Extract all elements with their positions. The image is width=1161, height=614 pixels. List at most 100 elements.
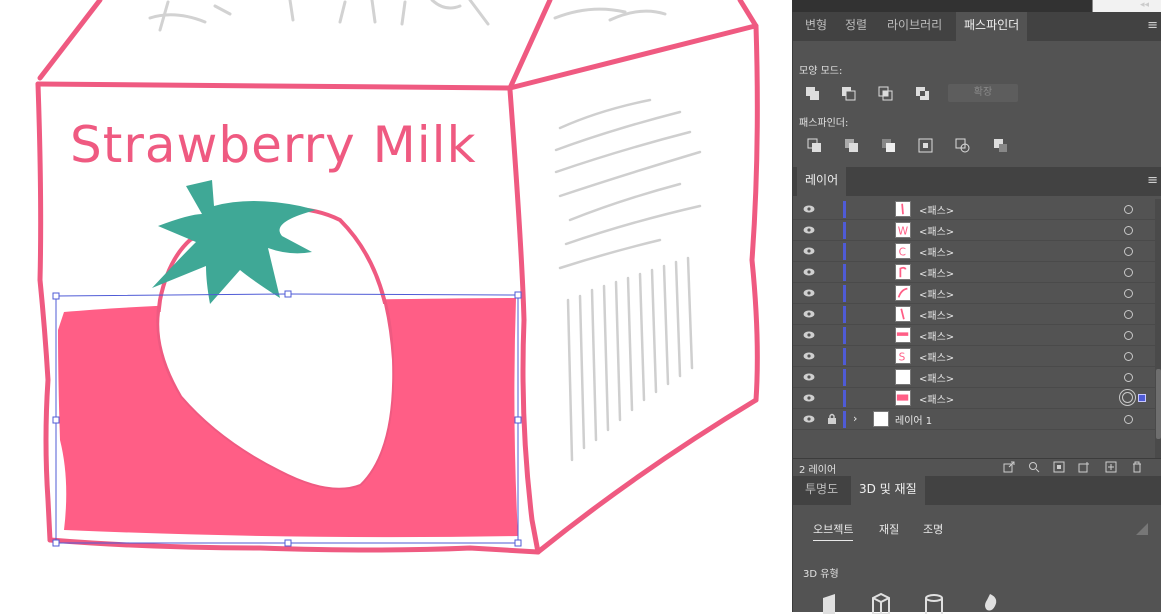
minus-front-icon[interactable]: [841, 86, 857, 102]
panel-menu-icon[interactable]: ≡: [1147, 12, 1158, 39]
visibility-eye-icon[interactable]: [803, 372, 815, 382]
layers-scroll-thumb[interactable]: [1156, 369, 1161, 439]
layer-row[interactable]: <패스>: [793, 325, 1155, 346]
artboard-canvas[interactable]: Strawberry Milk: [0, 0, 792, 612]
crop-icon[interactable]: [918, 138, 934, 154]
tab-align[interactable]: 정렬: [837, 12, 875, 41]
layer-count: 2 레이어: [799, 465, 837, 476]
layer-color-bar: [843, 201, 846, 218]
divide-icon[interactable]: [807, 138, 823, 154]
unite-icon[interactable]: [805, 86, 821, 102]
carton-title-text[interactable]: Strawberry Milk: [70, 116, 477, 174]
intersect-icon[interactable]: [878, 86, 894, 102]
layer-row[interactable]: <패스>: [793, 388, 1155, 409]
layers-menu-icon[interactable]: ≡: [1147, 167, 1158, 194]
bottom-tabbar: 투명도 3D 및 재질: [793, 476, 1161, 505]
shape-modes-label: 모양 모드:: [799, 66, 843, 77]
minus-back-icon[interactable]: [993, 138, 1009, 154]
render-icon[interactable]: [1135, 522, 1149, 536]
svg-text:S: S: [899, 351, 906, 363]
layer-row[interactable]: <패스>: [793, 304, 1155, 325]
visibility-eye-icon[interactable]: [803, 330, 815, 340]
layer-color-bar: [843, 369, 846, 386]
top-tabbar: 변형 정렬 라이브러리 패스파인더 ≡: [793, 12, 1161, 41]
visibility-eye-icon[interactable]: [803, 309, 815, 319]
pathfinders-label: 패스파인더:: [799, 118, 849, 129]
clipping-mask-icon[interactable]: [1053, 461, 1065, 473]
target-circle-icon[interactable]: [1122, 392, 1133, 403]
outline-icon[interactable]: [955, 138, 971, 154]
layer-row[interactable]: S <패스>: [793, 346, 1155, 367]
expand-button[interactable]: 확장: [948, 84, 1018, 102]
layer-color-bar: [843, 243, 846, 260]
layer-thumbnail: [895, 369, 911, 385]
layer-thumbnail: [895, 306, 911, 322]
target-circle-icon[interactable]: [1124, 289, 1133, 298]
delete-layer-icon[interactable]: [1131, 461, 1143, 473]
target-circle-icon[interactable]: [1124, 226, 1133, 235]
target-circle-icon[interactable]: [1124, 247, 1133, 256]
layer-color-bar: [843, 285, 846, 302]
target-circle-icon[interactable]: [1124, 310, 1133, 319]
layer-row[interactable]: <패스>: [793, 262, 1155, 283]
visibility-eye-icon[interactable]: [803, 246, 815, 256]
target-circle-icon[interactable]: [1124, 331, 1133, 340]
revolve-3d-icon[interactable]: [923, 592, 945, 614]
layers-scrollbar[interactable]: [1155, 199, 1161, 459]
expand-chevron-icon[interactable]: ›: [853, 412, 857, 425]
layer-row[interactable]: <패스>: [793, 283, 1155, 304]
layer-thumbnail: [895, 327, 911, 343]
plane-3d-icon[interactable]: [819, 592, 841, 614]
target-circle-icon[interactable]: [1124, 205, 1133, 214]
layer-row[interactable]: C <패스>: [793, 241, 1155, 262]
tab-layers[interactable]: 레이어: [797, 167, 847, 196]
layer-row[interactable]: <패스>: [793, 367, 1155, 388]
visibility-eye-icon[interactable]: [803, 288, 815, 298]
layers-footer: 2 레이어: [793, 459, 1161, 477]
target-circle-icon[interactable]: [1124, 415, 1133, 424]
layer-color-bar: [843, 306, 846, 323]
subtab-materials[interactable]: 재질: [879, 521, 899, 537]
inflate-3d-icon[interactable]: [979, 592, 1001, 614]
tab-3d-materials[interactable]: 3D 및 재질: [851, 476, 925, 505]
layer-row[interactable]: <패스>: [793, 199, 1155, 220]
tab-libraries[interactable]: 라이브러리: [879, 12, 950, 41]
parent-layer-row[interactable]: › 레이어 1: [793, 409, 1155, 430]
layer-row-name: <패스>: [919, 353, 955, 364]
layer-row-name: <패스>: [919, 206, 955, 217]
subtab-object[interactable]: 오브젝트: [813, 521, 854, 541]
visibility-eye-icon[interactable]: [803, 267, 815, 277]
tab-transform[interactable]: 변형: [797, 12, 835, 41]
target-circle-icon[interactable]: [1124, 373, 1133, 382]
visibility-eye-icon[interactable]: [803, 204, 815, 214]
subtab-lighting[interactable]: 조명: [923, 521, 943, 537]
export-icon[interactable]: [1003, 461, 1015, 473]
layer-thumbnail: W: [895, 222, 911, 238]
visibility-eye-icon[interactable]: [803, 414, 815, 424]
new-layer-icon[interactable]: [1105, 461, 1117, 473]
visibility-eye-icon[interactable]: [803, 225, 815, 235]
layer-row[interactable]: W <패스>: [793, 220, 1155, 241]
target-circle-icon[interactable]: [1124, 268, 1133, 277]
svg-text:W: W: [898, 225, 909, 237]
visibility-eye-icon[interactable]: [803, 351, 815, 361]
exclude-icon[interactable]: [915, 86, 931, 102]
merge-icon[interactable]: [881, 138, 897, 154]
layer-row-name: <패스>: [919, 395, 955, 406]
layer-row-name: <패스>: [919, 269, 955, 280]
extrude-3d-icon[interactable]: [869, 592, 891, 614]
tab-transparency[interactable]: 투명도: [797, 476, 846, 505]
selection-indicator-icon[interactable]: [1138, 394, 1146, 402]
layer-color-bar: [843, 390, 846, 407]
lock-icon[interactable]: [827, 413, 837, 425]
collapse-panels-icon[interactable]: ◂◂: [1140, 0, 1149, 10]
target-circle-icon[interactable]: [1124, 352, 1133, 361]
side-panel-sketch: [554, 98, 702, 462]
panel-top-strip: ◂◂: [792, 0, 1161, 12]
layer-color-bar: [843, 327, 846, 344]
new-sublayer-icon[interactable]: [1078, 461, 1090, 473]
visibility-eye-icon[interactable]: [803, 393, 815, 403]
trim-icon[interactable]: [844, 138, 860, 154]
tab-pathfinder[interactable]: 패스파인더: [956, 12, 1028, 41]
locate-object-icon[interactable]: [1028, 461, 1040, 473]
